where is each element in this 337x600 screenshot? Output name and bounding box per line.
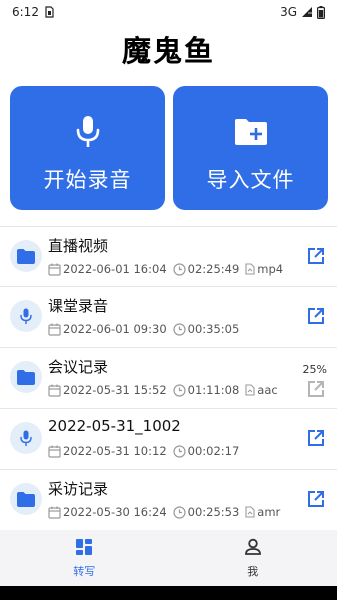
folder-icon [10,361,42,393]
folder-add-icon [234,114,268,150]
status-time: 6:12 [12,5,39,19]
clock-icon [173,322,186,336]
item-duration: 00:02:17 [187,444,240,458]
item-meta: 2022-05-31 15:52 01:11:08 aac [48,383,284,397]
item-format: amr [257,505,281,519]
microphone-icon [10,422,42,454]
tab-me-label: 我 [247,564,259,578]
item-title: 直播视频 [48,237,109,255]
item-meta: 2022-05-31 10:12 00:02:17 [48,444,245,458]
item-meta: 2022-05-30 16:24 00:25:53 amr [48,505,286,519]
item-duration: 02:25:49 [187,262,240,276]
item-format: aac [257,383,278,397]
system-navigation-bar [0,586,337,600]
item-date: 2022-05-31 10:12 [63,444,167,458]
tab-transcribe-label: 转写 [73,564,96,578]
clock-icon [173,444,186,458]
item-title: 采访记录 [48,480,109,498]
status-left: 6:12 [12,5,54,19]
list-item[interactable]: 直播视频 2022-06-01 16:04 02:25:49 mp4 [0,226,337,287]
share-icon[interactable] [306,379,326,399]
item-date: 2022-06-01 16:04 [63,262,167,276]
import-file-label: 导入文件 [206,168,295,192]
status-right: 3G [280,5,325,19]
file-icon [245,384,255,396]
calendar-icon [48,384,61,397]
item-duration: 01:11:08 [187,383,240,397]
app-title: 魔鬼鱼 [121,34,215,68]
tab-me[interactable]: 我 [169,530,337,586]
list-item[interactable]: 会议记录 2022-05-31 15:52 01:11:08 aac 25% [0,348,337,409]
item-date: 2022-05-31 15:52 [63,383,167,397]
sim-icon [45,6,54,18]
folder-icon [10,240,42,272]
calendar-icon [48,323,61,336]
recording-list: 直播视频 2022-06-01 16:04 02:25:49 mp4 课堂录音 [0,226,337,531]
calendar-icon [48,506,61,519]
calendar-icon [48,445,61,458]
clock-icon [173,262,186,276]
share-icon[interactable] [306,489,326,509]
list-item[interactable]: 课堂录音 2022-06-01 09:30 00:35:05 [0,287,337,348]
tab-transcribe[interactable]: 转写 [0,530,169,586]
item-title: 2022-05-31_1002 [48,417,181,435]
start-recording-button[interactable]: 开始录音 [10,86,165,210]
grid-icon [75,538,93,559]
share-icon[interactable] [306,428,326,448]
person-icon [244,538,262,559]
item-title: 会议记录 [48,358,109,376]
item-date: 2022-05-30 16:24 [63,505,167,519]
microphone-icon [10,300,42,332]
upload-progress: 25% [302,363,327,376]
microphone-icon [76,114,100,150]
folder-icon [10,483,42,515]
battery-icon [317,5,325,19]
item-date: 2022-06-01 09:30 [63,322,167,336]
item-title: 课堂录音 [48,297,109,315]
item-duration: 00:25:53 [187,505,240,519]
status-bar: 6:12 3G [0,0,337,24]
item-duration: 00:35:05 [187,322,240,336]
file-icon [245,263,255,275]
import-file-button[interactable]: 导入文件 [173,86,328,210]
file-icon [245,506,255,518]
clock-icon [173,505,186,519]
share-icon[interactable] [306,306,326,326]
bottom-nav: 转写 我 [0,530,337,586]
start-recording-label: 开始录音 [43,168,132,192]
list-item[interactable]: 采访记录 2022-05-30 16:24 00:25:53 amr [0,470,337,531]
share-icon[interactable] [306,246,326,266]
clock-icon [173,383,186,397]
item-meta: 2022-06-01 09:30 00:35:05 [48,322,245,336]
calendar-icon [48,263,61,276]
list-item[interactable]: 2022-05-31_1002 2022-05-31 10:12 00:02:1… [0,409,337,470]
signal-icon [301,6,313,18]
item-meta: 2022-06-01 16:04 02:25:49 mp4 [48,262,289,276]
item-format: mp4 [257,262,284,276]
network-type: 3G [280,5,297,19]
